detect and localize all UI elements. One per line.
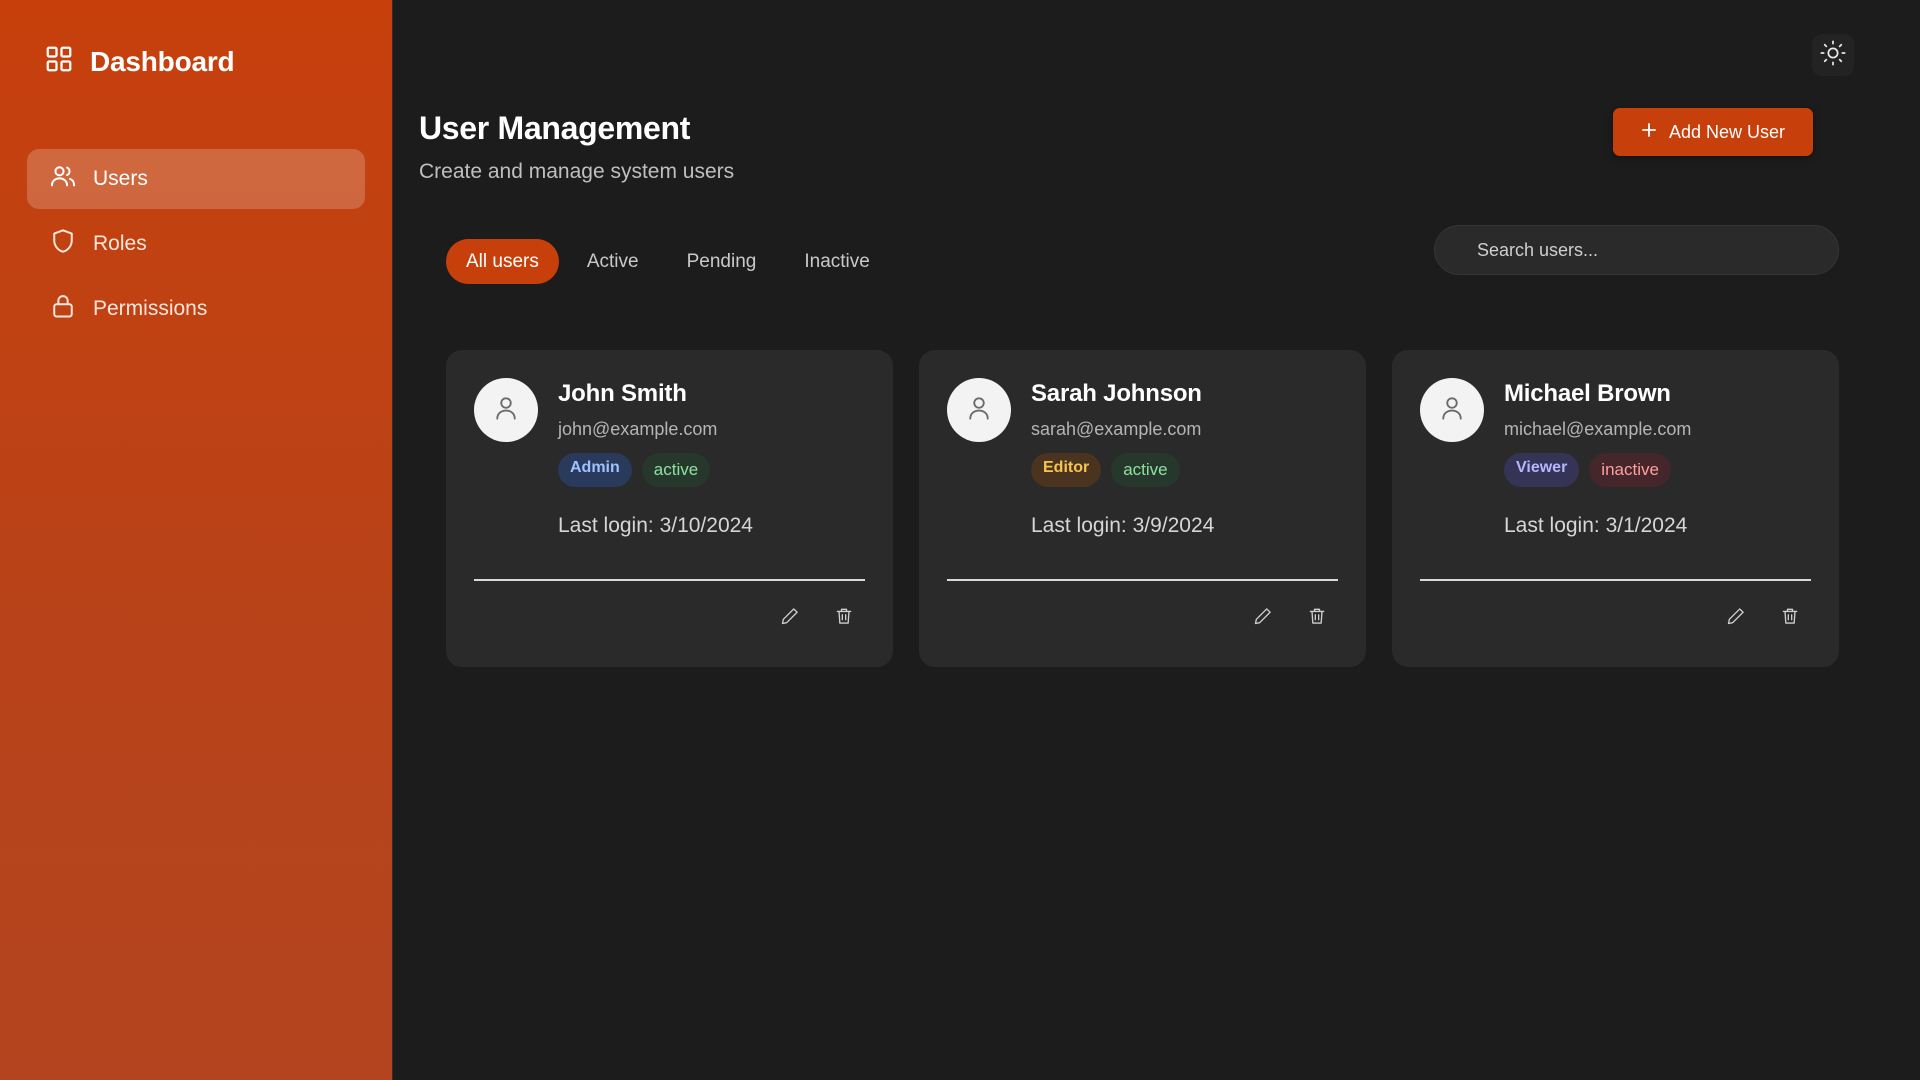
sidebar-nav: Users Roles Permissions	[27, 149, 365, 344]
sidebar: Dashboard Users Roles Permissions	[0, 0, 393, 1080]
pencil-icon	[1726, 606, 1746, 631]
edit-user-button[interactable]	[1722, 604, 1750, 632]
user-badges: Editor active	[1031, 453, 1180, 487]
status-badge: inactive	[1589, 453, 1671, 487]
pencil-icon	[1253, 606, 1273, 631]
user-name: Sarah Johnson	[1031, 380, 1202, 407]
edit-user-button[interactable]	[1249, 604, 1277, 632]
sidebar-item-roles[interactable]: Roles	[27, 214, 365, 274]
user-icon	[1437, 393, 1467, 428]
user-name: Michael Brown	[1504, 380, 1671, 407]
user-icon	[491, 393, 521, 428]
card-divider	[1420, 579, 1811, 581]
sidebar-item-label: Roles	[93, 232, 147, 255]
trash-icon	[1780, 606, 1800, 631]
status-badge: active	[1111, 453, 1180, 487]
page-subtitle: Create and manage system users	[419, 160, 735, 183]
brand[interactable]: Dashboard	[44, 44, 235, 79]
dashboard-grid-icon	[44, 44, 74, 79]
tab-all-users[interactable]: All users	[446, 239, 559, 284]
theme-toggle-button[interactable]	[1812, 34, 1854, 76]
pencil-icon	[780, 606, 800, 631]
edit-user-button[interactable]	[776, 604, 804, 632]
tab-inactive[interactable]: Inactive	[784, 239, 889, 284]
delete-user-button[interactable]	[1303, 604, 1331, 632]
sidebar-item-users[interactable]: Users	[27, 149, 365, 209]
tab-pending[interactable]: Pending	[667, 239, 777, 284]
delete-user-button[interactable]	[1776, 604, 1804, 632]
user-email: sarah@example.com	[1031, 419, 1202, 439]
sidebar-item-label: Permissions	[93, 297, 208, 320]
shield-icon	[49, 227, 77, 261]
add-user-label: Add New User	[1668, 121, 1786, 142]
tab-active[interactable]: Active	[567, 239, 659, 284]
user-email: john@example.com	[558, 419, 718, 439]
user-card: Michael Brown michael@example.com Viewer…	[1392, 350, 1839, 667]
user-card: John Smith john@example.com Admin active…	[446, 350, 893, 667]
add-user-button[interactable]: Add New User	[1613, 108, 1813, 156]
brand-title: Dashboard	[90, 45, 235, 77]
plus-icon	[1641, 122, 1657, 143]
role-badge: Viewer	[1504, 453, 1580, 487]
filter-tabs: All users Active Pending Inactive	[446, 239, 890, 284]
avatar	[474, 378, 538, 442]
main-content: User Management Create and manage system…	[394, 0, 1920, 1080]
trash-icon	[1307, 606, 1327, 631]
user-badges: Viewer inactive	[1504, 453, 1671, 487]
user-name: John Smith	[558, 380, 687, 407]
avatar	[947, 378, 1011, 442]
avatar	[1420, 378, 1484, 442]
lock-icon	[49, 292, 77, 326]
page-title: User Management	[419, 110, 691, 146]
sun-icon	[1819, 39, 1847, 72]
search-input[interactable]	[1434, 225, 1839, 275]
card-divider	[947, 579, 1338, 581]
user-cards: John Smith john@example.com Admin active…	[446, 350, 1839, 667]
user-icon	[964, 393, 994, 428]
users-icon	[49, 162, 77, 196]
sidebar-item-permissions[interactable]: Permissions	[27, 279, 365, 339]
sidebar-item-label: Users	[93, 167, 148, 190]
role-badge: Admin	[558, 453, 632, 487]
trash-icon	[834, 606, 854, 631]
status-badge: active	[641, 453, 711, 487]
user-badges: Admin active	[558, 453, 711, 487]
role-badge: Editor	[1031, 453, 1102, 487]
user-email: michael@example.com	[1504, 419, 1692, 439]
last-login: Last login: 3/1/2024	[1504, 514, 1688, 537]
delete-user-button[interactable]	[830, 604, 858, 632]
last-login: Last login: 3/10/2024	[558, 514, 753, 537]
user-card: Sarah Johnson sarah@example.com Editor a…	[919, 350, 1366, 667]
card-divider	[474, 579, 865, 581]
last-login: Last login: 3/9/2024	[1031, 514, 1215, 537]
